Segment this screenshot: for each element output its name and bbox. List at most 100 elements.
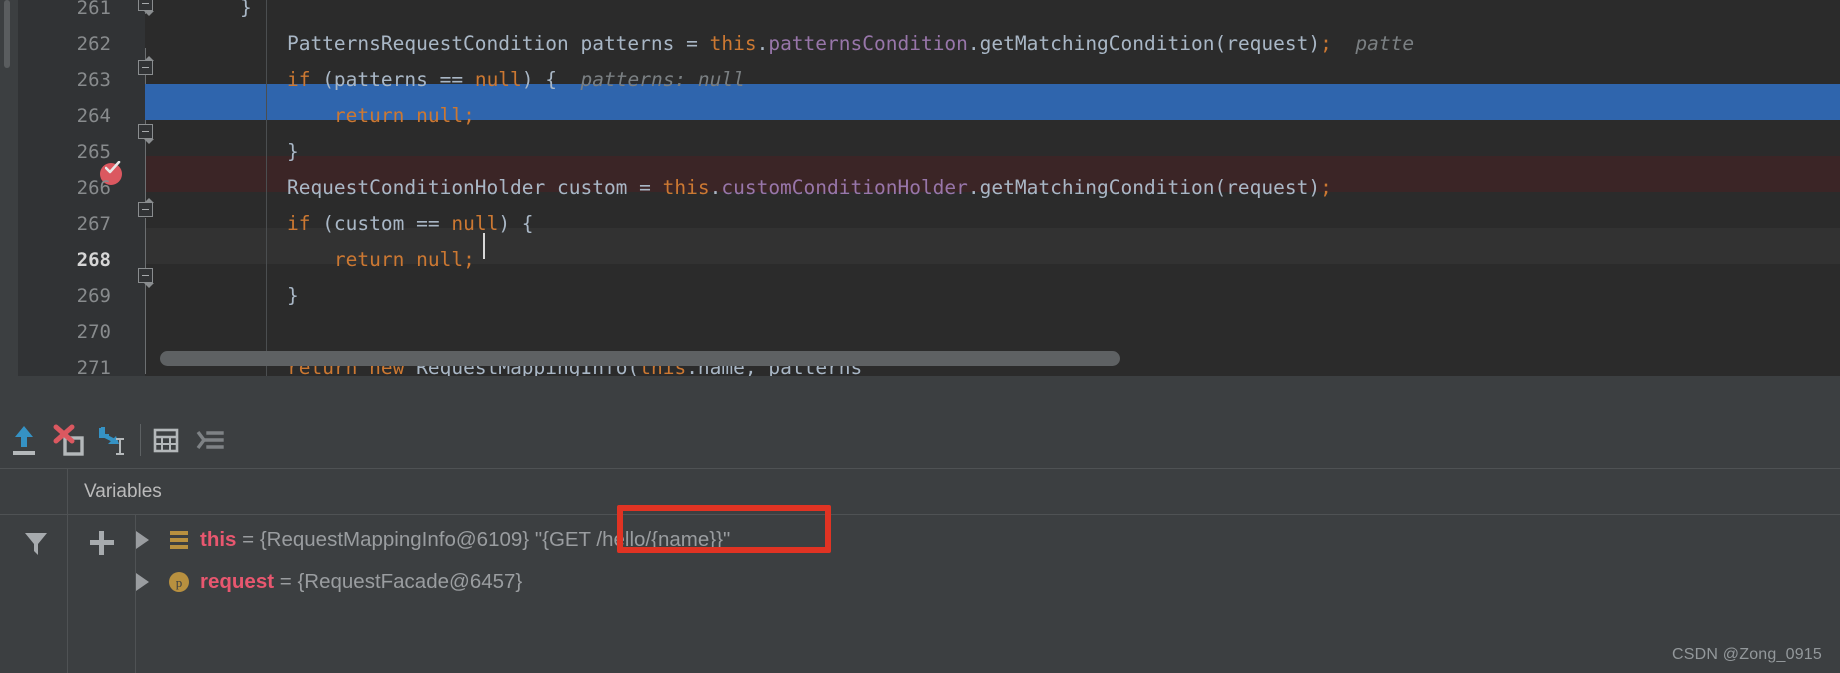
code-token: ;: [1320, 32, 1332, 55]
line-number: 270: [76, 321, 111, 343]
code-editor[interactable]: 261} 262 PatternsRequestCondition pattern…: [0, 0, 1840, 376]
fold-line-segment: [145, 292, 146, 374]
line-number: 268: [76, 249, 111, 271]
code-line[interactable]: if (patterns == null) { patterns: null: [240, 62, 745, 98]
code-token: patternsCondition: [768, 32, 968, 55]
code-token: }: [240, 284, 299, 307]
line-number: 267: [76, 213, 111, 235]
code-token: .: [709, 176, 722, 199]
variables-side-toolbar: [0, 515, 68, 673]
variable-row-this[interactable]: this = {RequestMappingInfo@6109} "{GET /…: [136, 519, 1836, 561]
code-token: null: [416, 248, 464, 271]
editor-horizontal-scrollbar-thumb[interactable]: [160, 351, 1120, 366]
code-line[interactable]: }: [240, 0, 252, 26]
variable-text-this: this = {RequestMappingInfo@6109} "{GET /…: [200, 519, 730, 561]
code-token: this: [662, 176, 710, 199]
variables-add-toolbar: [68, 515, 136, 673]
editor-vertical-scrollbar-thumb[interactable]: [4, 0, 10, 68]
force-step-into-icon[interactable]: [48, 420, 88, 460]
code-line[interactable]: return null;: [240, 242, 475, 278]
code-token: .getMatchingCondition(request): [967, 176, 1321, 199]
variable-equals: =: [236, 528, 260, 551]
line-number: 265: [76, 141, 111, 163]
show-execution-point-icon[interactable]: [190, 420, 230, 460]
line-number: 263: [76, 69, 111, 91]
line-number: 269: [76, 285, 111, 307]
variables-body[interactable]: this = {RequestMappingInfo@6109} "{GET /…: [0, 514, 1840, 673]
editor-left-rail: [0, 0, 18, 376]
line-number: 271: [76, 357, 111, 376]
fold-marker-collapse-icon[interactable]: [138, 198, 154, 217]
variable-name: request: [200, 570, 275, 593]
code-token: patte: [1331, 32, 1415, 55]
selected-line-gutter-strip: [145, 84, 213, 120]
code-token: (custom ==: [310, 212, 452, 235]
parameter-icon: p: [168, 570, 192, 594]
fold-marker-collapse-icon[interactable]: [138, 56, 154, 75]
variable-name: this: [200, 528, 237, 551]
fold-marker-collapse-icon[interactable]: [138, 268, 154, 288]
code-token: PatternsRequestCondition patterns =: [240, 32, 710, 55]
variable-value-highlighted: /hello/{name}}": [596, 528, 731, 551]
line-number: 262: [76, 33, 111, 55]
code-line[interactable]: PatternsRequestCondition patterns = this…: [240, 26, 1414, 62]
variable-value-prefix: {RequestMappingInfo@6109} "{GET: [259, 528, 597, 551]
code-token: ;: [463, 248, 475, 271]
code-token: }: [240, 0, 252, 19]
code-token: null: [451, 212, 499, 235]
code-token: null: [474, 68, 522, 91]
code-line[interactable]: RequestConditionHolder custom = this.cus…: [240, 170, 1332, 206]
text-caret: [483, 233, 485, 259]
variables-header: Variables: [0, 468, 1840, 515]
code-token: }: [240, 140, 299, 163]
code-line[interactable]: }: [240, 134, 299, 170]
code-token: null: [416, 104, 464, 127]
variables-header-gutter: [0, 469, 68, 515]
expand-arrow-icon[interactable]: [136, 531, 149, 549]
code-token: .: [756, 32, 769, 55]
watermark: CSDN @Zong_0915: [1672, 646, 1822, 663]
fold-marker-collapse-icon[interactable]: [138, 0, 154, 16]
toolbar-separator: [140, 424, 141, 456]
line-number: 261: [76, 0, 111, 19]
code-token: RequestConditionHolder custom =: [240, 176, 663, 199]
line-number: 264: [76, 105, 111, 127]
code-line[interactable]: if (custom == null) {: [240, 206, 534, 242]
code-line[interactable]: }: [240, 278, 299, 314]
debugger-toolbar: [0, 412, 1840, 468]
code-token: .getMatchingCondition(request): [967, 32, 1321, 55]
variables-title: Variables: [84, 481, 162, 502]
code-token: return: [333, 104, 405, 127]
step-out-icon[interactable]: [4, 420, 44, 460]
code-token: patterns: null: [557, 68, 745, 91]
code-line[interactable]: return null;: [240, 98, 475, 134]
code-token: customConditionHolder: [721, 176, 968, 199]
debugger-panel: Variables this = {RequestMappingInfo@610…: [0, 376, 1840, 673]
variable-row-request[interactable]: p request = {RequestFacade@6457}: [136, 561, 1836, 603]
code-token: ) {: [521, 68, 558, 91]
run-to-cursor-icon[interactable]: [92, 420, 132, 460]
code-token: ) {: [498, 212, 534, 235]
evaluate-expression-icon[interactable]: [146, 420, 186, 460]
add-watch-icon[interactable]: [84, 525, 120, 561]
variable-equals: =: [274, 570, 298, 593]
variable-value-prefix: {RequestFacade@6457}: [297, 570, 523, 593]
variable-text-request: request = {RequestFacade@6457}: [200, 561, 522, 603]
code-token: ;: [1320, 176, 1332, 199]
expand-arrow-icon[interactable]: [136, 573, 149, 591]
fold-marker-collapse-icon[interactable]: [138, 124, 154, 144]
filter-icon[interactable]: [18, 525, 54, 561]
code-token: this: [709, 32, 757, 55]
line-number: 266: [76, 177, 111, 199]
editor-horizontal-scrollbar[interactable]: [160, 351, 1840, 366]
code-token: if: [286, 68, 311, 91]
svg-text:p: p: [176, 575, 183, 590]
code-token: (patterns ==: [310, 68, 475, 91]
code-token: return: [333, 248, 405, 271]
